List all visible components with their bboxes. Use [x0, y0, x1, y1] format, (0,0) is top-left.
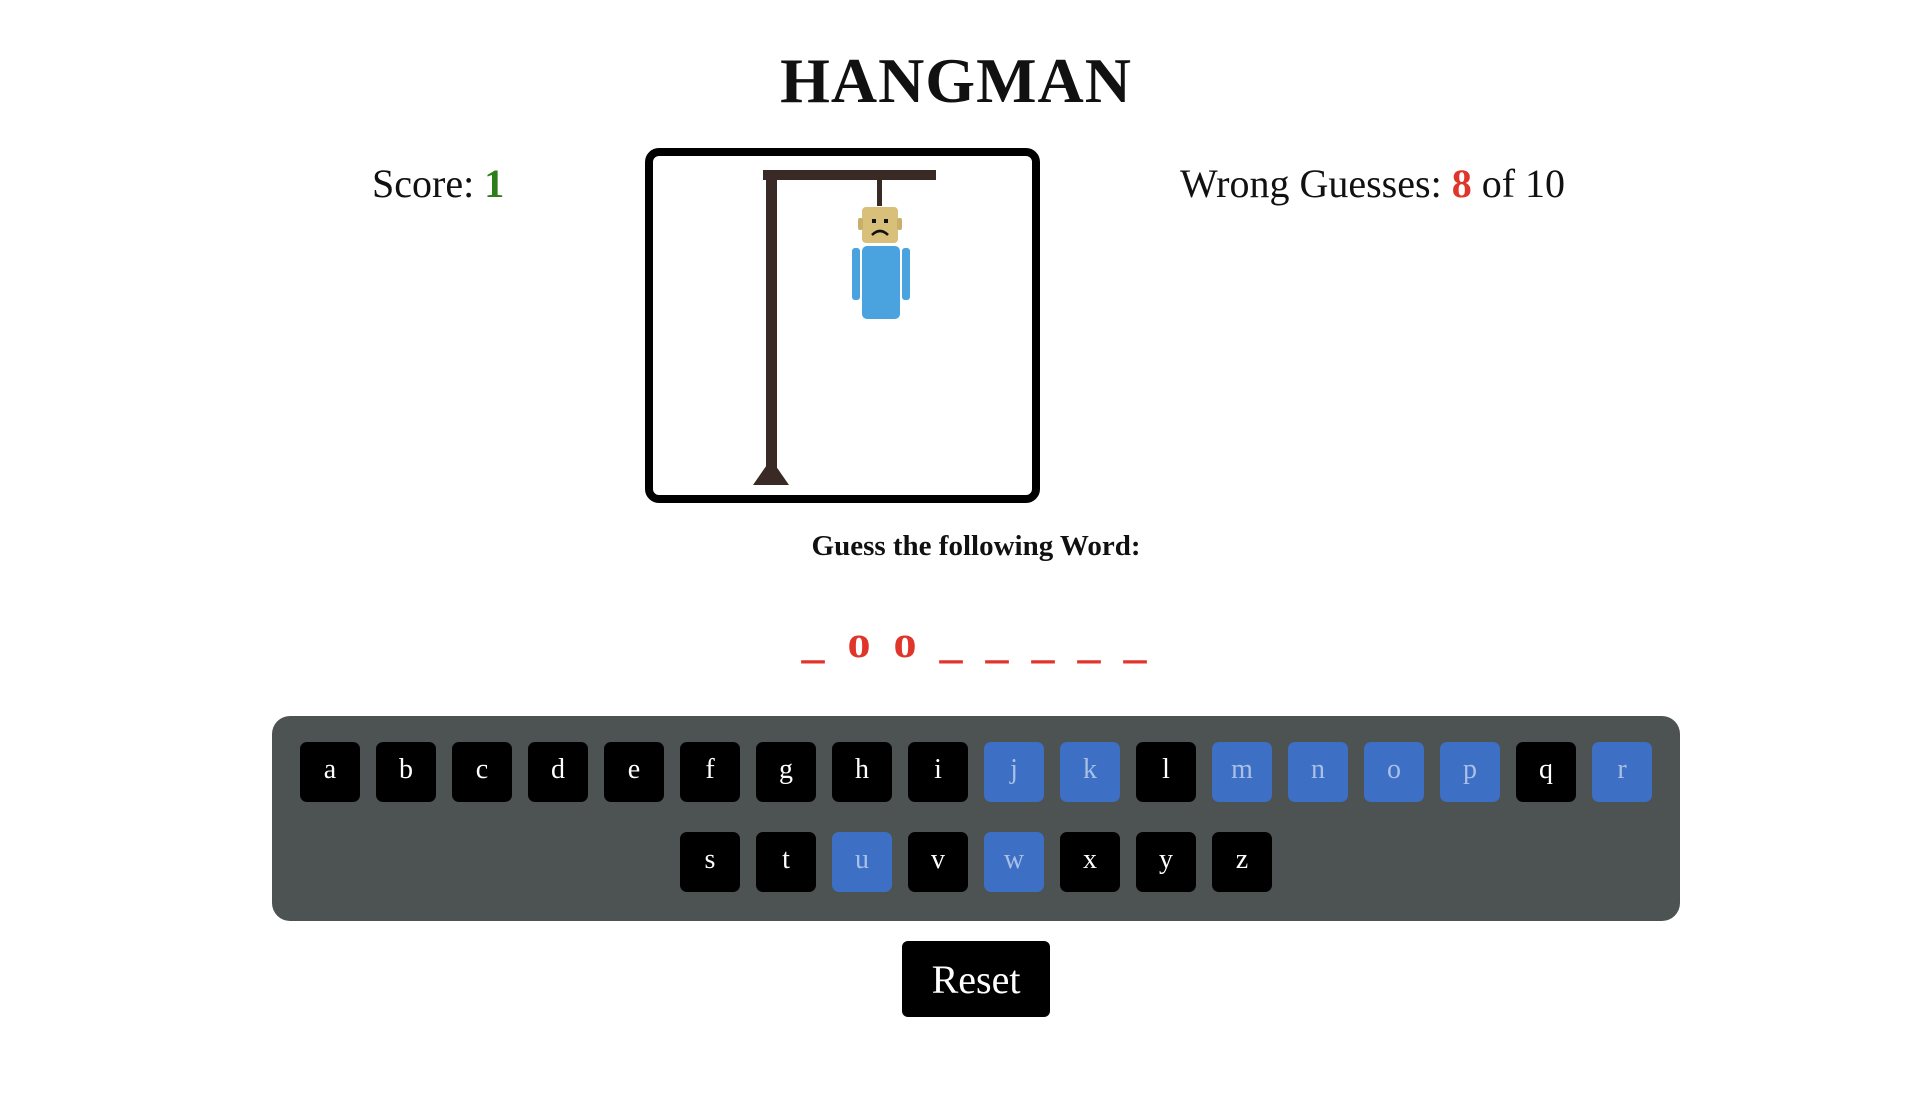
letter-key-j[interactable]: j [984, 742, 1044, 802]
letter-key-g[interactable]: g [756, 742, 816, 802]
hangman-drawing [645, 148, 1040, 503]
gallows-pole [766, 180, 777, 470]
word-letter-slot: o [893, 616, 921, 667]
hangman-right-arm [902, 248, 910, 300]
letter-key-o[interactable]: o [1364, 742, 1424, 802]
letter-key-u[interactable]: u [832, 832, 892, 892]
letter-keyboard: abcdefghijklmnopqr stuvwxyz [272, 716, 1680, 921]
reset-button[interactable]: Reset [902, 941, 1050, 1017]
letter-key-h[interactable]: h [832, 742, 892, 802]
gallows-top-beam [763, 170, 936, 180]
word-letter-slot: o [847, 616, 875, 667]
letter-key-c[interactable]: c [452, 742, 512, 802]
wrong-guesses-value: 8 [1451, 161, 1472, 206]
score-value: 1 [484, 161, 505, 206]
letter-key-n[interactable]: n [1288, 742, 1348, 802]
letter-key-t[interactable]: t [756, 832, 816, 892]
hangman-body [862, 246, 900, 319]
letter-key-r[interactable]: r [1592, 742, 1652, 802]
word-letter-slot: _ [801, 616, 829, 667]
hangman-left-arm [852, 248, 860, 300]
letter-key-p[interactable]: p [1440, 742, 1500, 802]
letter-key-b[interactable]: b [376, 742, 436, 802]
letter-key-d[interactable]: d [528, 742, 588, 802]
letter-key-v[interactable]: v [908, 832, 968, 892]
letter-key-m[interactable]: m [1212, 742, 1272, 802]
letter-key-i[interactable]: i [908, 742, 968, 802]
letter-key-w[interactable]: w [984, 832, 1044, 892]
score-label: Score: [372, 161, 475, 206]
letter-key-e[interactable]: e [604, 742, 664, 802]
gallows-base [753, 459, 789, 485]
letter-key-x[interactable]: x [1060, 832, 1120, 892]
hangman-head [858, 207, 902, 243]
hangman-svg [753, 170, 936, 485]
word-letter-slot: _ [985, 616, 1013, 667]
letter-key-l[interactable]: l [1136, 742, 1196, 802]
word-letter-slot: _ [1123, 616, 1151, 667]
letter-key-s[interactable]: s [680, 832, 740, 892]
score-display: Score: 1 [372, 160, 504, 207]
word-display: _ o o _ _ _ _ _ [0, 615, 1912, 668]
wrong-guesses-label: Wrong Guesses: [1180, 161, 1442, 206]
game-title: HANGMAN [780, 45, 1132, 116]
wrong-guesses-display: Wrong Guesses: 8 of 10 [1180, 160, 1565, 207]
letter-key-k[interactable]: k [1060, 742, 1120, 802]
word-letter-slot: _ [1077, 616, 1105, 667]
letter-key-y[interactable]: y [1136, 832, 1196, 892]
letter-key-q[interactable]: q [1516, 742, 1576, 802]
letter-key-a[interactable]: a [300, 742, 360, 802]
word-letter-slot: _ [1031, 616, 1059, 667]
gallows-rope [877, 180, 882, 206]
letter-key-z[interactable]: z [1212, 832, 1272, 892]
guess-prompt: Guess the following Word: [811, 530, 1141, 562]
wrong-guesses-max: of 10 [1481, 161, 1566, 206]
word-letter-slot: _ [939, 616, 967, 667]
letter-key-f[interactable]: f [680, 742, 740, 802]
